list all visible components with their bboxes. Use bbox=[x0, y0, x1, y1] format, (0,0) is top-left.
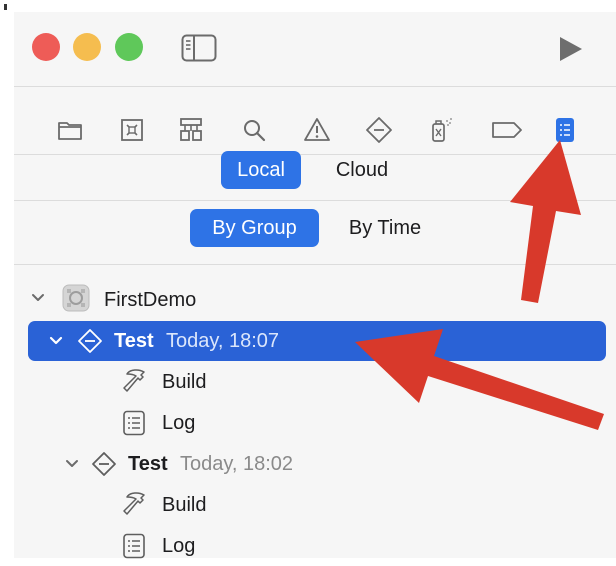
navigator-panel: Local Cloud By Group By Time FirstDemo T… bbox=[14, 12, 616, 559]
test-title: Test bbox=[128, 453, 168, 475]
zoom-window-button[interactable] bbox=[115, 33, 143, 61]
test-timestamp: Today, 18:02 bbox=[180, 453, 294, 475]
log-label: Log bbox=[162, 535, 196, 557]
test-row-selected[interactable]: Test Today, 18:07 bbox=[28, 321, 606, 361]
cloud-segment[interactable]: Cloud bbox=[320, 151, 404, 189]
divider bbox=[14, 86, 616, 87]
play-icon bbox=[560, 37, 582, 61]
test-icon bbox=[77, 328, 103, 354]
by-time-segment[interactable]: By Time bbox=[332, 209, 438, 247]
divider bbox=[14, 200, 616, 201]
build-label: Build bbox=[162, 371, 207, 393]
project-row[interactable]: FirstDemo bbox=[14, 280, 616, 320]
test-row[interactable]: Test Today, 18:02 bbox=[14, 444, 616, 484]
log-icon bbox=[122, 410, 146, 436]
by-group-segment[interactable]: By Group bbox=[190, 209, 319, 247]
debug-icon[interactable] bbox=[427, 116, 455, 144]
title-bar bbox=[14, 12, 616, 86]
build-row[interactable]: Build bbox=[14, 362, 616, 402]
divider bbox=[14, 154, 616, 155]
report-icon[interactable] bbox=[551, 116, 579, 144]
hammer-icon bbox=[121, 366, 151, 396]
log-row[interactable]: Log bbox=[14, 526, 616, 566]
log-icon bbox=[122, 533, 146, 559]
build-row[interactable]: Build bbox=[14, 485, 616, 525]
test-icon bbox=[91, 451, 117, 477]
minimize-window-button[interactable] bbox=[73, 33, 101, 61]
local-segment[interactable]: Local bbox=[221, 151, 301, 189]
test-title: Test bbox=[114, 330, 154, 352]
source-control-icon[interactable] bbox=[118, 116, 146, 144]
project-name: FirstDemo bbox=[104, 289, 197, 311]
project-icon bbox=[62, 284, 90, 312]
log-row[interactable]: Log bbox=[14, 403, 616, 443]
divider bbox=[14, 264, 616, 265]
test-timestamp: Today, 18:07 bbox=[166, 330, 280, 352]
run-button[interactable] bbox=[557, 35, 585, 63]
corner-mark bbox=[4, 4, 7, 10]
chevron-down-icon[interactable] bbox=[65, 459, 79, 469]
warning-icon[interactable] bbox=[303, 116, 331, 144]
navigator-icon-bar bbox=[14, 100, 616, 156]
chevron-down-icon[interactable] bbox=[31, 293, 45, 303]
breakpoint-icon[interactable] bbox=[490, 116, 524, 144]
chevron-down-icon[interactable] bbox=[49, 336, 63, 346]
test-icon[interactable] bbox=[365, 116, 393, 144]
search-icon[interactable] bbox=[240, 116, 268, 144]
hierarchy-icon[interactable] bbox=[177, 116, 205, 144]
close-window-button[interactable] bbox=[32, 33, 60, 61]
sidebar-toggle-icon[interactable] bbox=[181, 34, 217, 62]
log-label: Log bbox=[162, 412, 196, 434]
hammer-icon bbox=[121, 489, 151, 519]
build-label: Build bbox=[162, 494, 207, 516]
folder-icon[interactable] bbox=[56, 116, 84, 144]
